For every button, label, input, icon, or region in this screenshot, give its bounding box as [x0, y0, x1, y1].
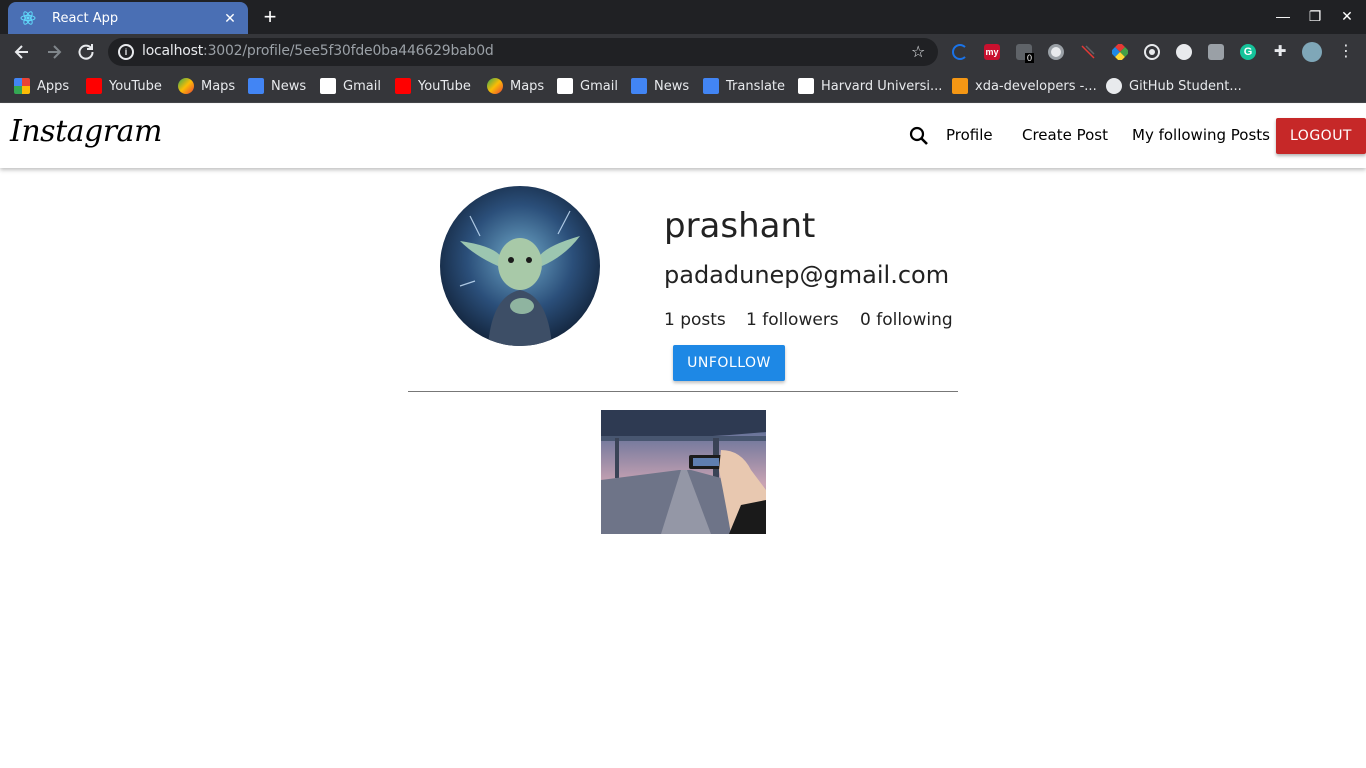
news-icon	[248, 78, 264, 94]
url-text[interactable]: localhost:3002/profile/5ee5f30fde0ba4466…	[142, 43, 494, 59]
github-icon	[1106, 78, 1122, 94]
following-count: 0 following	[860, 310, 953, 330]
target-extension-icon[interactable]	[1144, 44, 1160, 60]
bookmark-label: xda-developers -...	[975, 78, 1097, 94]
loading-extension-icon[interactable]	[952, 44, 968, 60]
restore-icon[interactable]: ❐	[1306, 8, 1324, 26]
translate-icon	[703, 78, 719, 94]
bookmark-item[interactable]: xda-developers -...	[952, 77, 1097, 95]
reload-icon[interactable]	[76, 42, 96, 62]
nav-profile-link[interactable]: Profile	[946, 126, 993, 144]
nav-following-posts-link[interactable]: My following Posts	[1132, 126, 1270, 144]
bookmark-label: Apps	[37, 78, 70, 94]
bookmark-label: Maps	[510, 78, 545, 94]
bookmark-item[interactable]: YouTube	[395, 77, 471, 95]
gmail-icon	[320, 78, 336, 94]
bookmark-item[interactable]: Translate	[703, 77, 785, 95]
xda-icon	[952, 78, 968, 94]
bookmark-item[interactable]: News	[248, 77, 306, 95]
bookmark-item[interactable]: GitHub Student...	[1106, 77, 1242, 95]
code-extension-icon[interactable]	[1176, 44, 1192, 60]
menu-kebab-icon[interactable]: ⋮	[1338, 44, 1354, 60]
bookmark-item[interactable]: Maps	[487, 77, 544, 95]
news-icon	[631, 78, 647, 94]
close-tab-icon[interactable]: ✕	[222, 10, 238, 26]
bookmark-label: Gmail	[580, 78, 618, 94]
youtube-icon	[395, 78, 411, 94]
tab-title: React App	[52, 10, 119, 26]
forward-icon[interactable]	[44, 42, 64, 62]
apps-grid-icon	[14, 78, 30, 94]
profile-username: prashant	[664, 206, 816, 246]
back-icon[interactable]	[12, 42, 32, 62]
bookmark-label: Maps	[201, 78, 236, 94]
edx-icon	[798, 78, 814, 94]
disabled-extension-icon[interactable]	[1080, 44, 1096, 60]
posts-count: 1 posts	[664, 310, 726, 330]
gray-extension-icon[interactable]	[1208, 44, 1224, 60]
close-window-icon[interactable]: ✕	[1338, 8, 1356, 26]
logout-button[interactable]: LOGOUT	[1276, 118, 1366, 154]
bookmark-label: GitHub Student...	[1129, 78, 1242, 94]
bookmark-label: Gmail	[343, 78, 381, 94]
puzzle-extensions-icon[interactable]: ✚	[1272, 44, 1288, 60]
post-thumbnail[interactable]	[601, 410, 766, 534]
youtube-icon	[86, 78, 102, 94]
bookmark-item[interactable]: Harvard Universi...	[798, 77, 942, 95]
extension-badge-icon[interactable]: 0	[1016, 44, 1035, 63]
gmail-icon	[557, 78, 573, 94]
url-host: localhost	[142, 43, 204, 59]
bookmark-label: Harvard Universi...	[821, 78, 943, 94]
bookmark-label: YouTube	[109, 78, 162, 94]
bookmark-label: YouTube	[418, 78, 471, 94]
extension-badge-count: 0	[1025, 53, 1035, 63]
unfollow-button[interactable]: UNFOLLOW	[673, 345, 785, 381]
bookmark-label: News	[654, 78, 690, 94]
bookmark-item[interactable]: Maps	[178, 77, 235, 95]
profile-divider	[408, 391, 958, 392]
bookmark-item[interactable]: News	[631, 77, 689, 95]
bookmark-item[interactable]: YouTube	[86, 77, 162, 95]
brand-logo[interactable]: Instagram	[10, 114, 162, 149]
followers-count: 1 followers	[746, 310, 839, 330]
bookmark-label: News	[271, 78, 307, 94]
maps-icon	[487, 78, 503, 94]
profile-avatar	[440, 186, 600, 346]
react-icon	[20, 10, 36, 26]
bookmark-item[interactable]: Gmail	[557, 77, 618, 95]
my-extension-icon[interactable]: my	[984, 44, 1000, 60]
profile-email: padadunep@gmail.com	[664, 261, 950, 289]
color-picker-extension-icon[interactable]	[1110, 42, 1130, 62]
maps-icon	[178, 78, 194, 94]
grammarly-icon[interactable]: G	[1240, 44, 1256, 60]
url-path: :3002/profile/5ee5f30fde0ba446629bab0d	[203, 43, 494, 59]
profile-avatar-icon[interactable]	[1302, 42, 1322, 62]
site-info-icon[interactable]: i	[118, 44, 134, 60]
bookmark-label: Translate	[726, 78, 786, 94]
bookmark-item[interactable]: Gmail	[320, 77, 381, 95]
new-tab-button[interactable]: +	[258, 6, 282, 30]
bookmark-star-icon[interactable]: ☆	[911, 42, 929, 61]
nav-create-post-link[interactable]: Create Post	[1022, 126, 1108, 144]
record-extension-icon[interactable]	[1048, 44, 1064, 60]
bookmark-item[interactable]: Apps	[14, 77, 69, 95]
tab-react-app[interactable]: React App ✕	[8, 2, 248, 34]
search-icon[interactable]	[908, 125, 930, 147]
minimize-icon[interactable]: —	[1274, 8, 1292, 26]
